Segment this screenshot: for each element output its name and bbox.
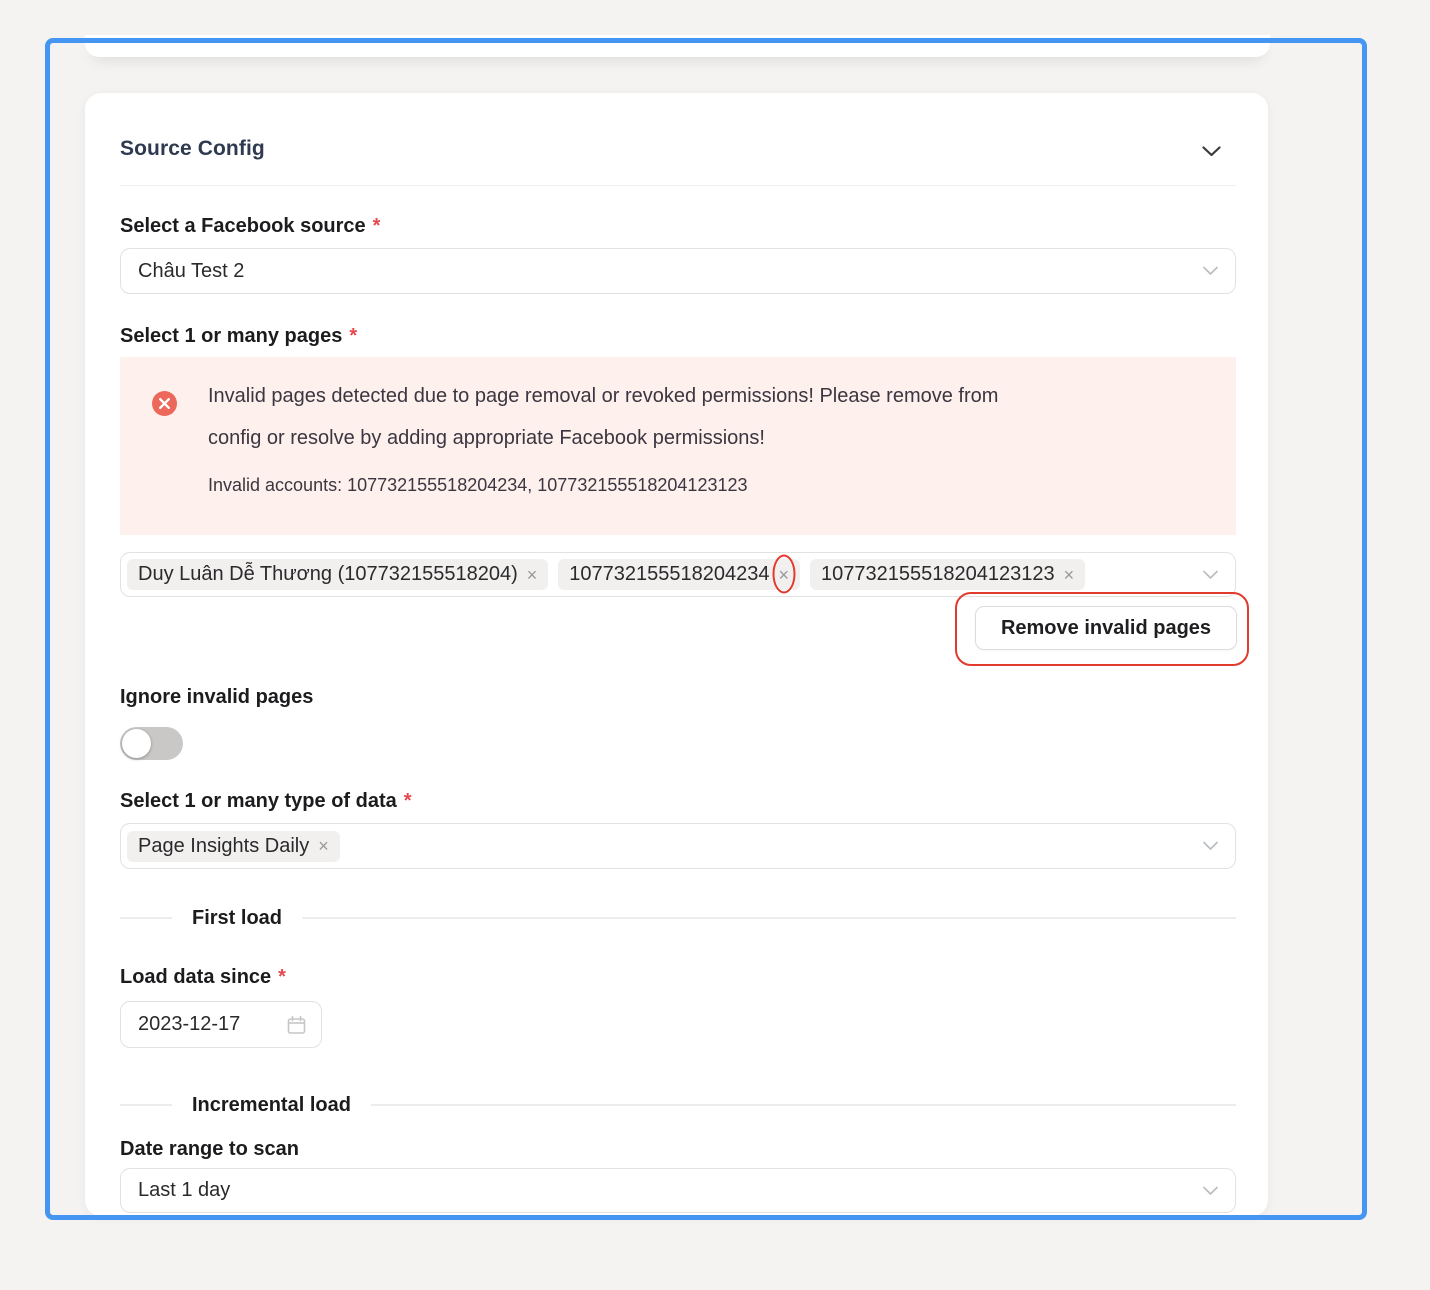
facebook-source-label: Select a Facebook source *: [120, 215, 381, 237]
chevron-down-icon: [1203, 841, 1218, 851]
page-tag-label: Duy Luân Dễ Thương (107732155518204): [138, 563, 518, 585]
collapse-panel-button[interactable]: [1200, 140, 1222, 162]
panel-header: Source Config: [120, 137, 1236, 165]
required-asterisk: *: [349, 325, 358, 347]
alert-text: Invalid pages detected due to page remov…: [208, 375, 1208, 498]
alert-invalid-accounts: Invalid accounts: 107732155518204234, 10…: [208, 475, 748, 495]
first-load-divider: First load: [120, 905, 1236, 931]
selected-data-type-tags: Page Insights Daily ×: [121, 830, 1235, 862]
date-range-label: Date range to scan: [120, 1138, 299, 1160]
page-tag: Duy Luân Dễ Thương (107732155518204) ×: [127, 559, 549, 590]
alert-message-line: config or resolve by adding appropriate …: [208, 427, 765, 449]
load-data-since-value: 2023-12-17: [138, 1013, 241, 1035]
incremental-load-divider: Incremental load: [120, 1092, 1236, 1118]
selected-pages-tags: Duy Luân Dễ Thương (107732155518204) × 1…: [121, 554, 1235, 594]
facebook-source-select[interactable]: Châu Test 2: [120, 248, 1236, 294]
page-tag: 107732155518204123123 ×: [810, 559, 1086, 590]
data-type-multiselect[interactable]: Page Insights Daily ×: [120, 823, 1236, 869]
data-type-tag-label: Page Insights Daily: [138, 834, 310, 857]
chevron-down-icon: [1203, 266, 1218, 276]
source-config-page: Source Config Select a Facebook source * …: [0, 0, 1430, 1290]
page-tag-label: 107732155518204234: [569, 563, 770, 585]
load-data-since-datepicker[interactable]: 2023-12-17: [120, 1001, 322, 1048]
alert-message-line: Invalid pages detected due to page remov…: [208, 385, 999, 407]
first-load-divider-label: First load: [192, 906, 283, 929]
page-title: Source Config: [120, 137, 265, 160]
toggle-knob: [122, 729, 151, 758]
data-type-label: Select 1 or many type of data *: [120, 790, 412, 812]
pages-multiselect[interactable]: Duy Luân Dễ Thương (107732155518204) × 1…: [120, 552, 1236, 597]
remove-tag-icon[interactable]: ×: [772, 554, 796, 594]
chevron-down-icon: [1203, 1186, 1218, 1195]
page-tag: 107732155518204234 ×: [558, 554, 800, 594]
date-range-value: Last 1 day: [138, 1179, 231, 1201]
remove-tag-icon[interactable]: ×: [1064, 566, 1075, 584]
remove-invalid-pages-wrap: Remove invalid pages: [955, 592, 1249, 666]
invalid-pages-alert: Invalid pages detected due to page remov…: [120, 357, 1236, 535]
date-range-select[interactable]: Last 1 day: [120, 1168, 1236, 1213]
remove-tag-icon[interactable]: ×: [527, 566, 538, 584]
remove-tag-icon[interactable]: ×: [318, 837, 329, 855]
chevron-down-icon: [1203, 570, 1218, 579]
page-tag-label: 107732155518204123123: [821, 563, 1055, 585]
load-data-since-label: Load data since *: [120, 966, 286, 988]
header-divider: [120, 185, 1236, 186]
required-asterisk: *: [278, 966, 286, 988]
remove-invalid-pages-button[interactable]: Remove invalid pages: [975, 606, 1237, 650]
facebook-source-value: Châu Test 2: [138, 259, 245, 282]
ignore-invalid-pages-toggle[interactable]: [120, 727, 183, 760]
ignore-invalid-pages-label: Ignore invalid pages: [120, 686, 314, 708]
data-type-tag: Page Insights Daily ×: [127, 830, 340, 862]
required-asterisk: *: [403, 790, 412, 812]
source-config-card: Source Config Select a Facebook source * …: [85, 93, 1268, 1216]
required-asterisk: *: [372, 215, 381, 237]
error-circle-x-icon: [152, 391, 177, 416]
chevron-down-icon: [1201, 145, 1221, 157]
calendar-icon: [287, 1015, 306, 1034]
pages-label: Select 1 or many pages *: [120, 325, 358, 347]
previous-card-bottom-edge: [85, 35, 1270, 57]
incremental-load-divider-label: Incremental load: [192, 1093, 351, 1116]
